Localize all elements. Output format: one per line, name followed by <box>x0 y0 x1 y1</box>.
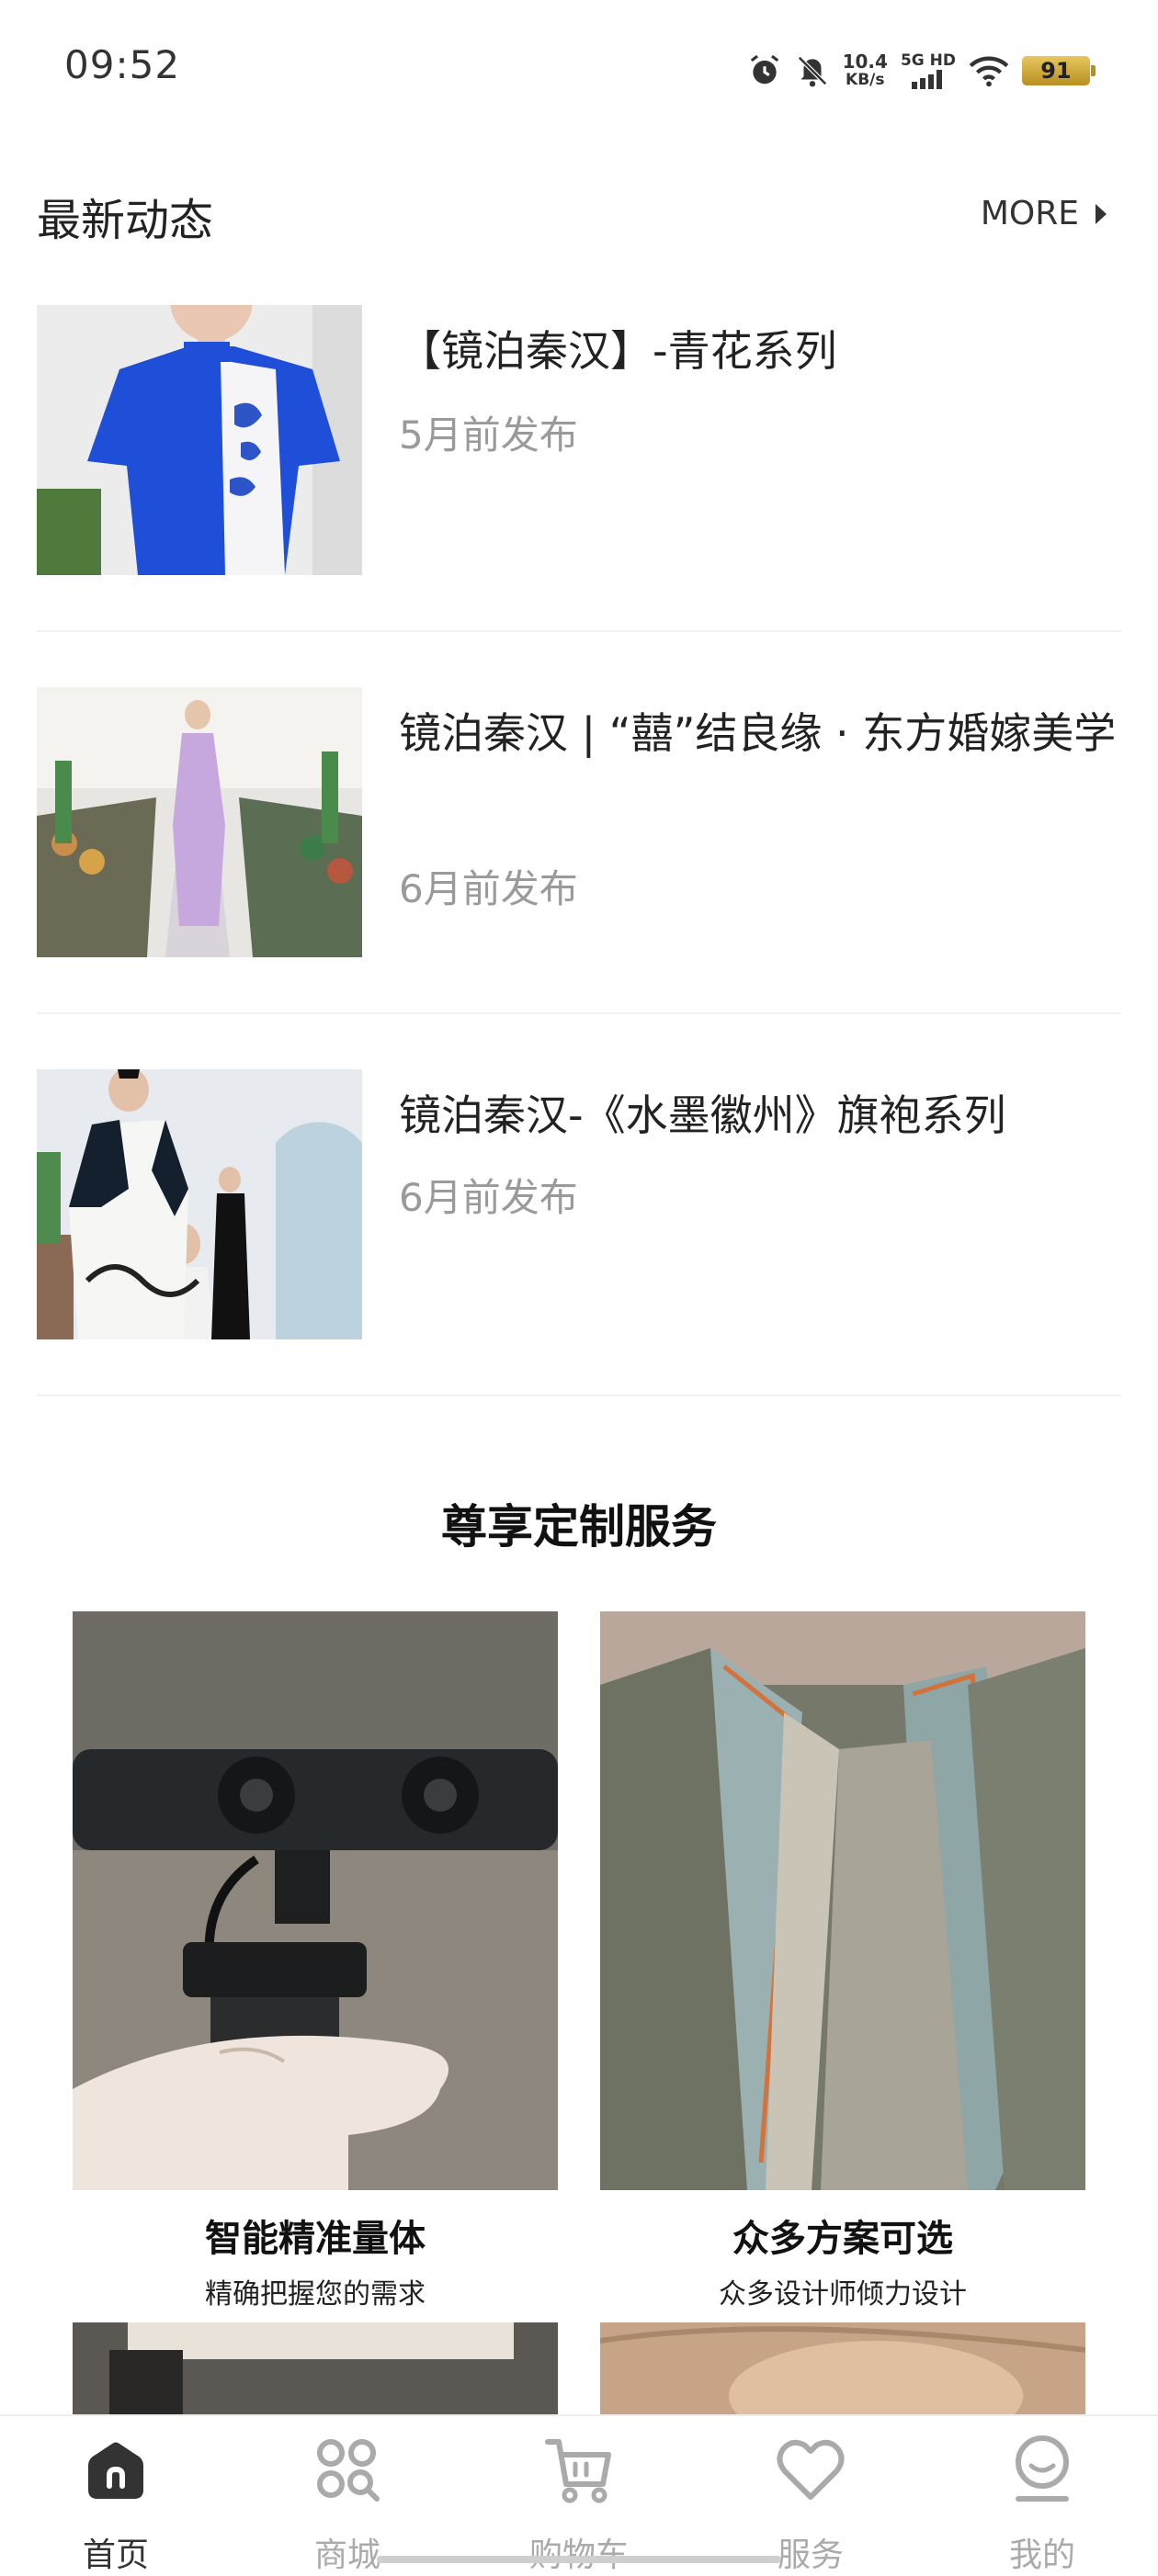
divider <box>37 1395 1121 1396</box>
service-subtitle: 精确把握您的需求 <box>205 2278 426 2310</box>
profile-icon <box>1016 2435 1069 2502</box>
tab-label: 首页 <box>82 2536 149 2574</box>
battery-level: 91 <box>1040 58 1072 84</box>
news-item[interactable]: 镜泊秦汉-《水墨徽州》旗袍系列 6月前发布 <box>37 1069 1121 1341</box>
tab-label: 服务 <box>777 2536 844 2574</box>
status-bar: 09:52 10.4 KB/s 5G HD 91 <box>0 0 1158 138</box>
service-card-measure[interactable]: 智能精准量体 精确把握您的需求 <box>73 1611 558 2311</box>
home-icon <box>88 2442 143 2499</box>
divider <box>37 1012 1121 1014</box>
news-title: 【镜泊秦汉】-青花系列 <box>399 326 837 376</box>
service-title: 智能精准量体 <box>205 2218 426 2260</box>
services-heading: 尊享定制服务 <box>441 1500 717 1554</box>
status-time: 09:52 <box>64 42 181 87</box>
more-link[interactable]: MORE <box>981 195 1107 232</box>
divider <box>37 630 1121 632</box>
signal-icon <box>911 69 942 89</box>
mall-icon <box>317 2439 380 2502</box>
net-speed-value: 10.4 <box>842 51 888 73</box>
news-title: 镜泊秦汉 | “囍”结良缘 · 东方婚嫁美学 <box>399 708 1117 758</box>
tab-label: 商城 <box>313 2536 380 2574</box>
signal-group: 5G HD <box>900 51 956 89</box>
wifi-icon <box>969 56 1009 87</box>
tab-label: 购物车 <box>463 2528 695 2576</box>
tab-service[interactable]: 服务 <box>695 2416 926 2574</box>
chevron-right-icon <box>1096 203 1107 224</box>
news-item[interactable]: 镜泊秦汉 | “囍”结良缘 · 东方婚嫁美学 6月前发布 <box>37 687 1121 959</box>
news-item[interactable]: 【镜泊秦汉】-青花系列 5月前发布 <box>37 305 1121 577</box>
tab-cart[interactable]: 购物车 <box>463 2416 695 2574</box>
signal-label: 5G HD <box>900 51 956 70</box>
service-subtitle: 众多设计师倾力设计 <box>719 2278 967 2310</box>
net-speed: 10.4 KB/s <box>843 52 888 89</box>
cart-icon <box>545 2439 611 2503</box>
news-time: 6月前发布 <box>399 1175 578 1220</box>
service-title: 众多方案可选 <box>732 2218 953 2260</box>
battery-icon: 91 <box>1022 56 1096 85</box>
status-icons: 10.4 KB/s 5G HD 91 <box>747 48 1096 94</box>
mute-icon <box>797 56 827 87</box>
news-thumbnail <box>37 305 362 575</box>
news-time: 6月前发布 <box>399 866 578 911</box>
tab-home[interactable]: 首页 <box>0 2416 232 2574</box>
tab-mall[interactable]: 商城 <box>232 2416 463 2574</box>
bottom-tab-bar: 首页 商城 购物车 服务 我的 <box>0 2414 1158 2574</box>
news-thumbnail <box>37 1069 362 1339</box>
home-indicator[interactable] <box>377 2556 781 2563</box>
service-card-peek[interactable] <box>73 2322 558 2423</box>
news-section-title: 最新动态 <box>37 195 214 246</box>
service-image <box>73 1611 558 2190</box>
news-title: 镜泊秦汉-《水墨徽州》旗袍系列 <box>399 1090 1006 1140</box>
net-speed-unit: KB/s <box>846 71 885 89</box>
news-thumbnail <box>37 687 362 957</box>
heart-icon <box>777 2439 845 2500</box>
news-time: 5月前发布 <box>399 412 578 458</box>
alarm-icon <box>750 54 778 85</box>
service-image <box>600 1611 1085 2190</box>
tab-mine[interactable]: 我的 <box>926 2416 1158 2574</box>
service-card-design[interactable]: 众多方案可选 众多设计师倾力设计 <box>600 1611 1085 2311</box>
tab-label: 我的 <box>1008 2536 1075 2574</box>
service-card-peek[interactable] <box>600 2322 1085 2423</box>
more-label: MORE <box>980 195 1079 232</box>
